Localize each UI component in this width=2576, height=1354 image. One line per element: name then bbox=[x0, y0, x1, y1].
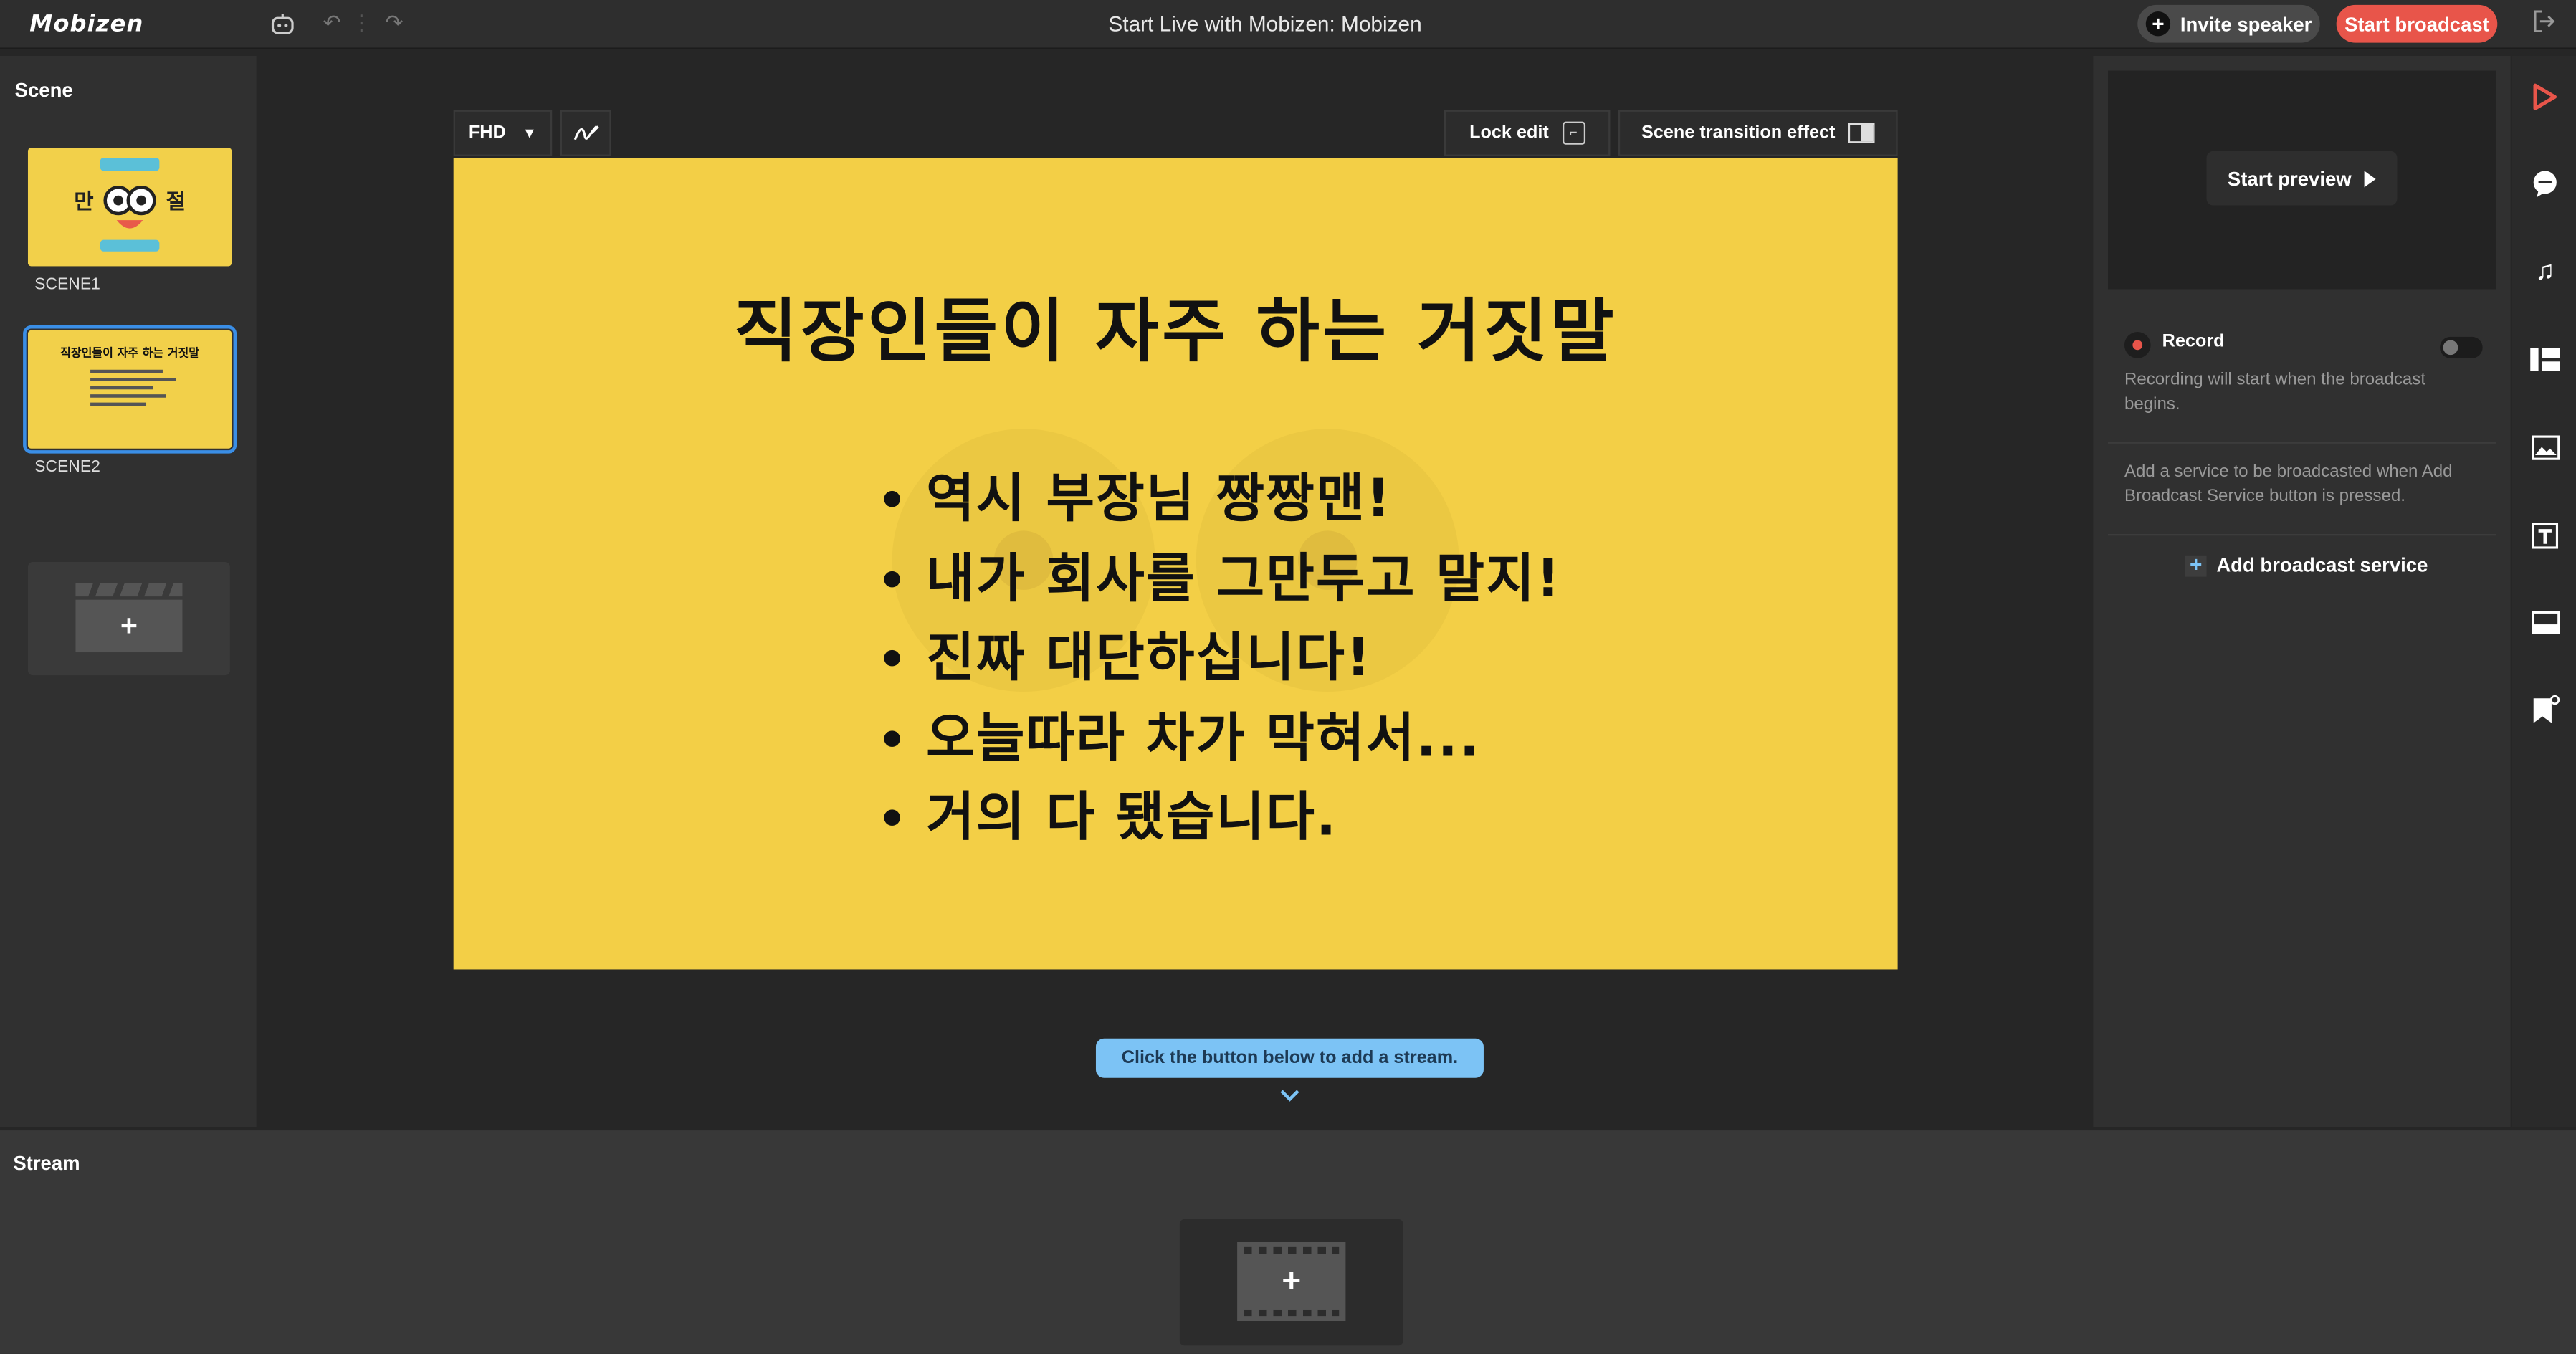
stream-panel-title: Stream bbox=[13, 1151, 80, 1175]
toolbar-separator: ⋮ bbox=[350, 9, 373, 35]
start-preview-button[interactable]: Start preview bbox=[2206, 151, 2398, 206]
slide-bullet: 진짜 대단하십니다! bbox=[877, 619, 1562, 699]
scene1-artwork: 만 절 bbox=[27, 148, 232, 267]
lock-edit-button[interactable]: Lock edit ⌐ bbox=[1444, 110, 1611, 156]
scene-transition-label: Scene transition effect bbox=[1641, 123, 1836, 143]
add-stream-plus-icon: + bbox=[1282, 1262, 1302, 1300]
unlock-icon: ⌐ bbox=[1562, 121, 1585, 145]
slide-bullet: 거의 다 됐습니다. bbox=[877, 779, 1562, 859]
stream-panel: Stream + bbox=[0, 1130, 2576, 1354]
svg-text:절: 절 bbox=[166, 189, 186, 214]
redo-icon[interactable]: ↷ bbox=[378, 8, 411, 37]
top-bar: Mobizen ↶ ⋮ ↷ Start Live with Mobizen: M… bbox=[0, 0, 2576, 49]
resolution-dropdown[interactable]: FHD ▼ bbox=[453, 110, 553, 156]
record-label: Record bbox=[2162, 332, 2225, 352]
slide-bullet: 역시 부장님 짱짱맨! bbox=[877, 460, 1562, 540]
scene-label-2: SCENE2 bbox=[34, 458, 100, 477]
scene2-thumb-lines bbox=[90, 369, 189, 406]
chevron-down-icon bbox=[1275, 1084, 1304, 1111]
chat-icon[interactable] bbox=[2527, 166, 2563, 202]
layout-icon[interactable] bbox=[2527, 342, 2563, 378]
scene-thumb-2[interactable]: 직장인들이 자주 하는 거짓말 bbox=[23, 325, 237, 454]
clapper-icon bbox=[75, 583, 183, 597]
exit-icon[interactable] bbox=[2529, 10, 2558, 39]
scene-canvas[interactable]: 직장인들이 자주 하는 거짓말 역시 부장님 짱짱맨! 내가 회사를 그만두고 … bbox=[453, 158, 1898, 970]
film-icon: + bbox=[1237, 1241, 1346, 1322]
resolution-value: FHD bbox=[468, 123, 506, 143]
start-preview-label: Start preview bbox=[2227, 166, 2352, 190]
divider bbox=[2108, 533, 2496, 536]
record-toggle[interactable] bbox=[2440, 336, 2483, 358]
music-icon[interactable]: ♫ bbox=[2527, 254, 2563, 290]
broadcast-panel: Start preview Record Recording will star… bbox=[2093, 55, 2511, 1127]
add-scene-button[interactable]: + bbox=[27, 561, 230, 676]
scene-transition-button[interactable]: Scene transition effect bbox=[1618, 110, 1898, 156]
pen-icon bbox=[573, 125, 598, 140]
draw-pen-button[interactable] bbox=[560, 110, 611, 156]
plus-icon: + bbox=[2185, 553, 2207, 576]
slide-bullet-list: 역시 부장님 짱짱맨! 내가 회사를 그만두고 말지! 진짜 대단하십니다! 오… bbox=[877, 460, 1562, 859]
service-note: Add a service to be broadcasted when Add… bbox=[2124, 462, 2453, 507]
start-broadcast-button[interactable]: Start broadcast bbox=[2336, 4, 2498, 43]
transition-toggle-icon bbox=[1848, 123, 1875, 143]
lock-edit-label: Lock edit bbox=[1469, 123, 1549, 143]
image-icon[interactable] bbox=[2527, 429, 2563, 464]
divider bbox=[2108, 442, 2496, 444]
bookmark-icon[interactable] bbox=[2527, 692, 2563, 728]
tool-icon-rail: ♫ bbox=[2511, 55, 2576, 1127]
add-stream-button[interactable]: + bbox=[1179, 1219, 1403, 1346]
text-icon[interactable] bbox=[2527, 518, 2563, 553]
preview-area: Start preview bbox=[2108, 70, 2496, 290]
scene2-thumb-title: 직장인들이 자주 하는 거짓말 bbox=[60, 346, 200, 361]
invite-speaker-label: Invite speaker bbox=[2180, 12, 2312, 36]
window-title: Start Live with Mobizen: Mobizen bbox=[1108, 11, 1422, 37]
scene-label-1: SCENE1 bbox=[34, 276, 100, 295]
record-icon bbox=[2124, 332, 2151, 358]
invite-speaker-button[interactable]: + Invite speaker bbox=[2137, 4, 2320, 43]
add-broadcast-service-label: Add broadcast service bbox=[2216, 553, 2428, 577]
play-icon[interactable] bbox=[2527, 79, 2563, 115]
add-scene-plus-icon: + bbox=[75, 599, 183, 653]
slide-title: 직장인들이 자주 하는 거짓말 bbox=[734, 290, 1618, 372]
add-stream-hint: Click the button below to add a stream. bbox=[1095, 1038, 1484, 1078]
bot-icon[interactable] bbox=[266, 8, 299, 37]
slide-bullet: 오늘따라 차가 막혀서... bbox=[877, 699, 1562, 778]
slide-bullet: 내가 회사를 그만두고 말지! bbox=[877, 540, 1562, 619]
plus-icon: + bbox=[2145, 11, 2171, 37]
scene-panel-title: Scene bbox=[14, 79, 73, 102]
undo-icon[interactable]: ↶ bbox=[315, 8, 348, 37]
play-triangle-icon bbox=[2365, 170, 2377, 187]
scene-panel: Scene 만 절 SCENE1 직장인들이 자주 하는 거짓말 SCENE2 … bbox=[0, 55, 257, 1127]
scene-thumb-1[interactable]: 만 절 bbox=[27, 148, 232, 267]
add-broadcast-service-button[interactable]: + Add broadcast service bbox=[2185, 553, 2428, 577]
dropdown-arrow-icon: ▼ bbox=[522, 125, 538, 142]
caption-icon[interactable] bbox=[2527, 605, 2563, 641]
record-note: Recording will start when the broadcast … bbox=[2124, 369, 2426, 414]
svg-text:만: 만 bbox=[74, 189, 93, 214]
app-logo: Mobizen bbox=[29, 11, 144, 38]
